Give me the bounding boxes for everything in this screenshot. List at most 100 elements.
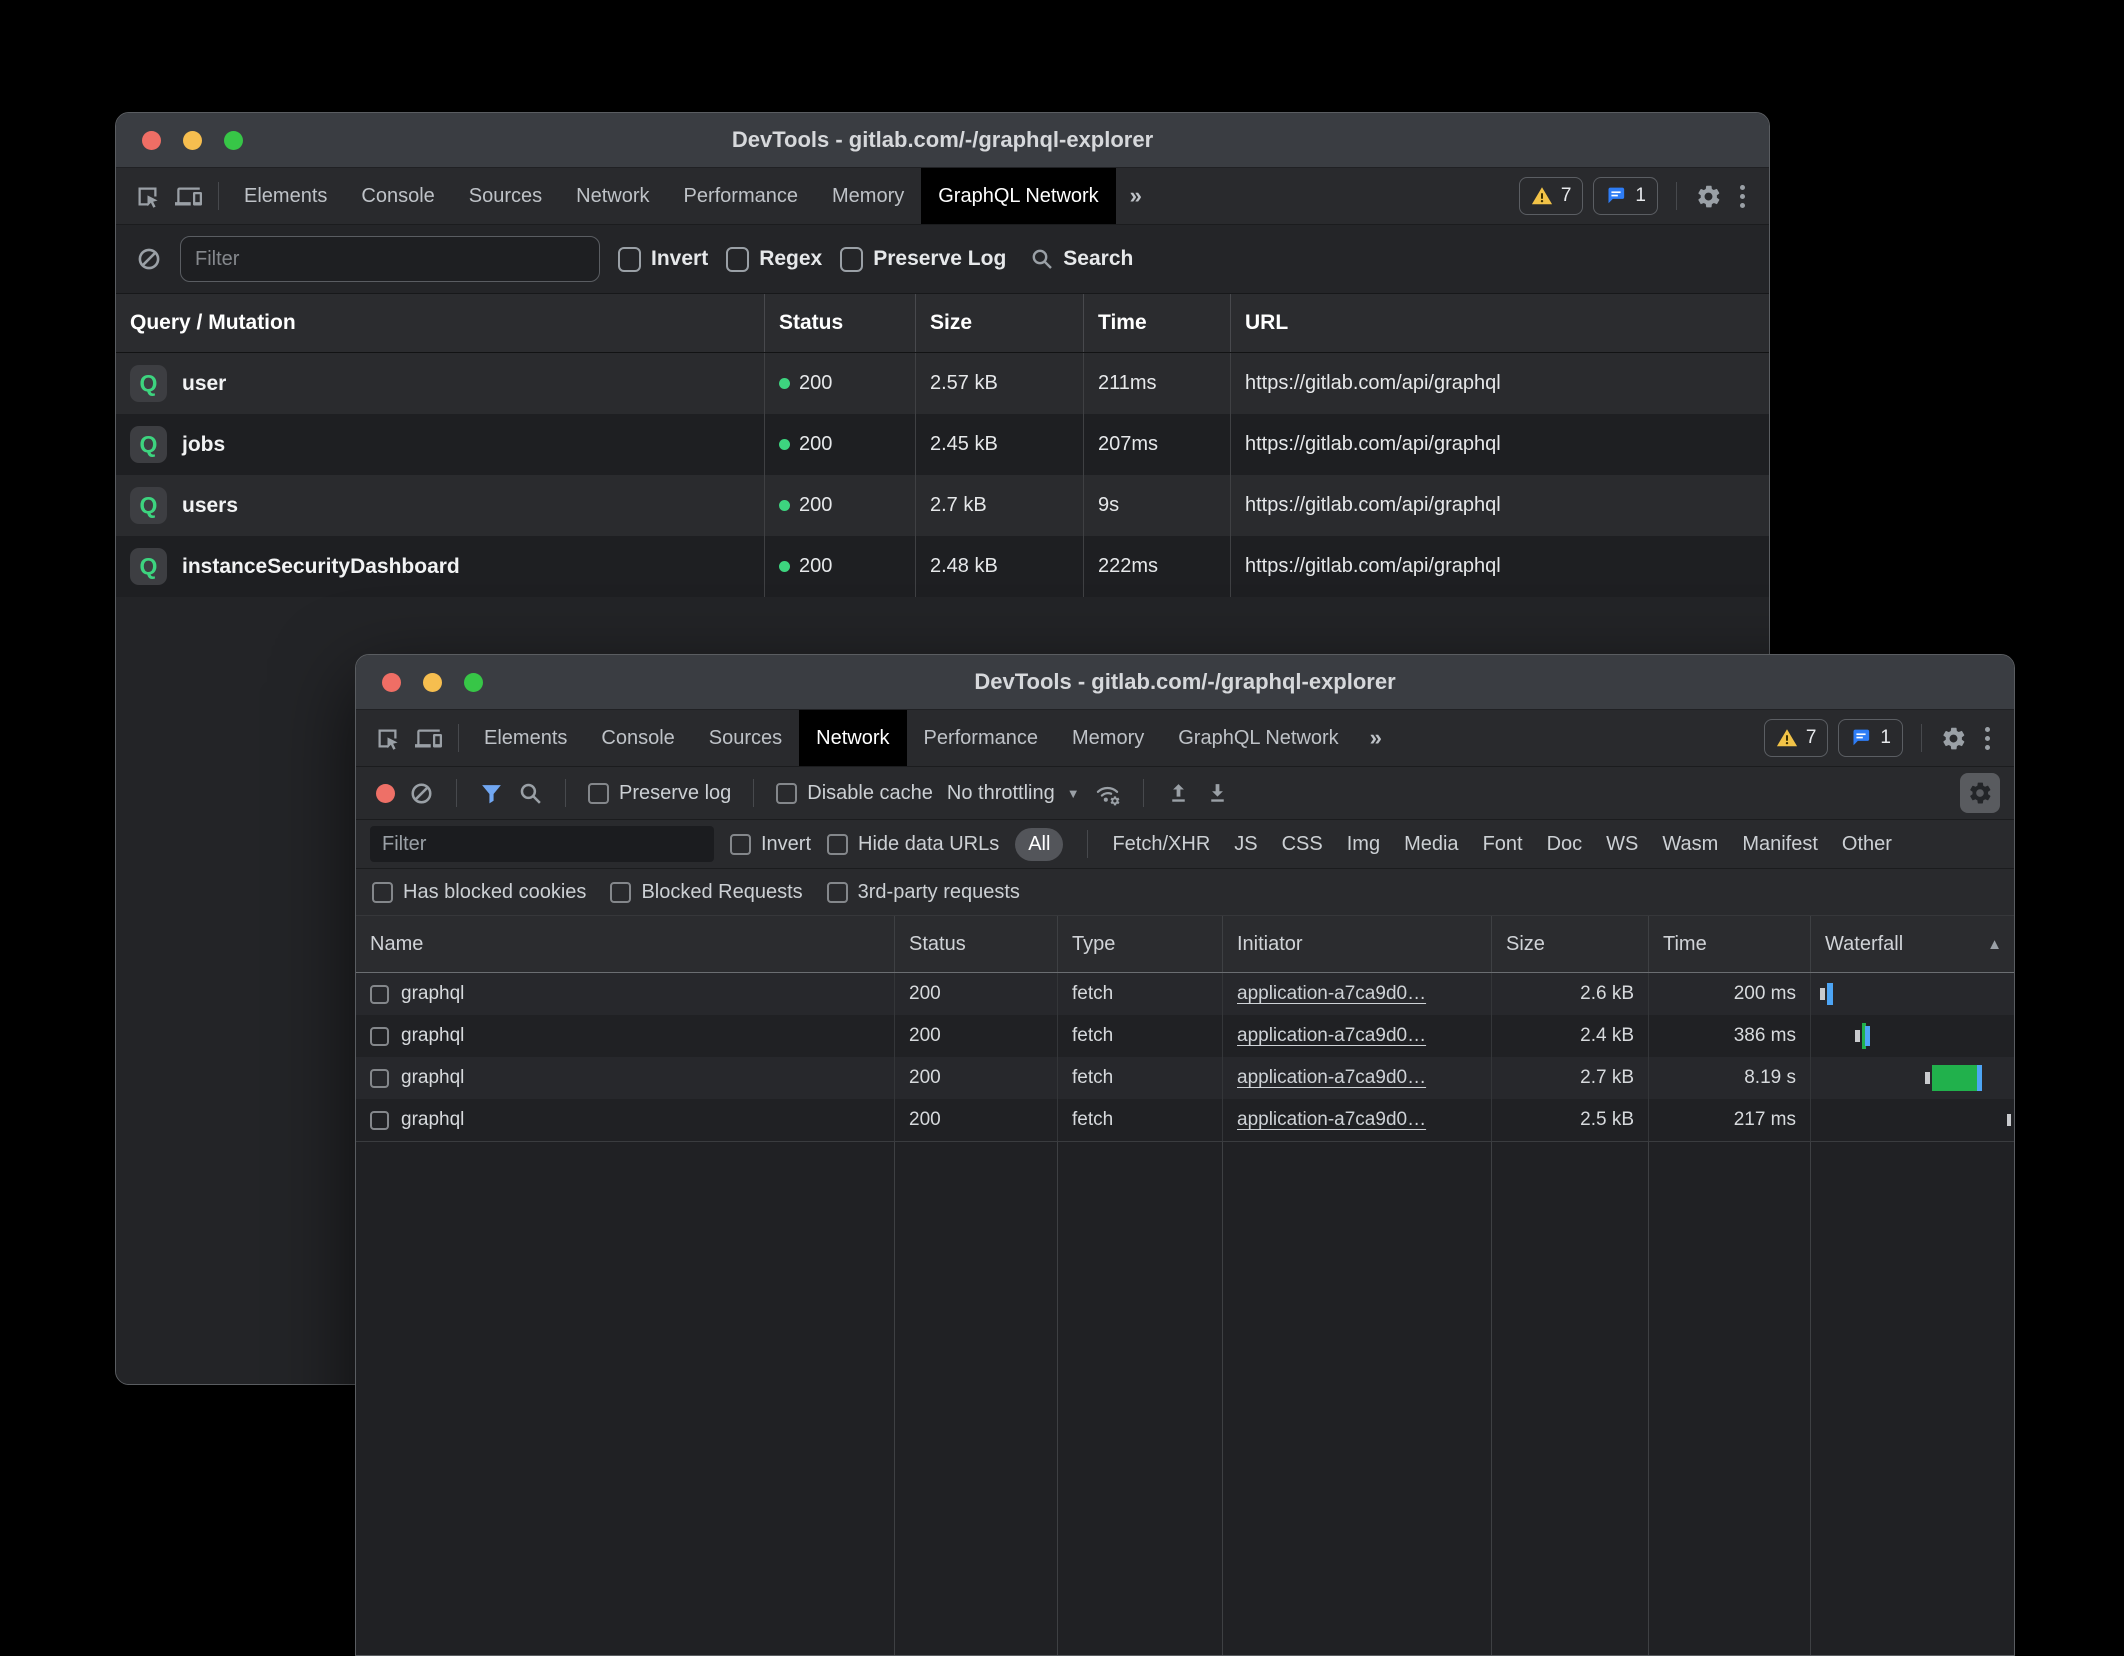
column-header-waterfall[interactable]: Waterfall ▲ (1810, 916, 2014, 972)
tab-performance[interactable]: Performance (667, 168, 816, 224)
warnings-badge[interactable]: 7 (1764, 719, 1829, 757)
column-header-query-mutation[interactable]: Query / Mutation (116, 294, 764, 352)
row-checkbox[interactable] (370, 1111, 389, 1130)
checkbox[interactable] (618, 247, 641, 272)
checkbox[interactable] (610, 882, 631, 903)
network-request-row[interactable]: graphql 200 fetch application-a7ca9d0… 2… (356, 1015, 2014, 1057)
regex-checkbox[interactable]: Regex (726, 247, 822, 272)
disable-cache-checkbox[interactable]: Disable cache (776, 782, 933, 805)
record-network-log-button[interactable] (376, 784, 395, 803)
network-request-row[interactable]: graphql 200 fetch application-a7ca9d0… 2… (356, 1057, 2014, 1099)
checkbox[interactable] (372, 882, 393, 903)
row-checkbox[interactable] (370, 985, 389, 1004)
column-header-type[interactable]: Type (1057, 916, 1222, 972)
type-filter-ws[interactable]: WS (1606, 833, 1638, 856)
blocked-requests-checkbox[interactable]: Blocked Requests (610, 881, 802, 904)
settings-gear-icon[interactable] (1695, 183, 1722, 210)
checkbox[interactable] (776, 783, 797, 804)
network-request-row[interactable]: graphql 200 fetch application-a7ca9d0… 2… (356, 973, 2014, 1015)
initiator-link[interactable]: application-a7ca9d0… (1237, 1067, 1426, 1089)
network-settings-button[interactable] (1960, 773, 2000, 813)
tab-sources[interactable]: Sources (692, 710, 799, 766)
type-filter-wasm[interactable]: Wasm (1662, 833, 1718, 856)
minimize-window-button[interactable] (183, 131, 202, 150)
row-checkbox[interactable] (370, 1069, 389, 1088)
tab-memory[interactable]: Memory (1055, 710, 1161, 766)
tab-memory[interactable]: Memory (815, 168, 921, 224)
device-toolbar-icon[interactable] (175, 183, 202, 210)
tab-graphql-network[interactable]: GraphQL Network (1161, 710, 1355, 766)
clear-network-log-icon[interactable] (409, 781, 434, 806)
tab-elements[interactable]: Elements (227, 168, 344, 224)
column-header-url[interactable]: URL (1230, 294, 1769, 352)
device-toolbar-icon[interactable] (415, 725, 442, 752)
graphql-request-row[interactable]: Q jobs 200 2.45 kB 207ms https://gitlab.… (116, 414, 1769, 475)
type-filter-css[interactable]: CSS (1282, 833, 1323, 856)
tab-performance[interactable]: Performance (907, 710, 1056, 766)
column-header-status[interactable]: Status (764, 294, 915, 352)
tab-network[interactable]: Network (559, 168, 666, 224)
more-tabs-button[interactable]: » (1356, 710, 1396, 766)
graphql-request-row[interactable]: Q users 200 2.7 kB 9s https://gitlab.com… (116, 475, 1769, 536)
issues-badge[interactable]: 1 (1838, 719, 1903, 757)
column-header-time[interactable]: Time (1648, 916, 1810, 972)
close-window-button[interactable] (142, 131, 161, 150)
zoom-window-button[interactable] (464, 673, 483, 692)
type-filter-js[interactable]: JS (1234, 833, 1257, 856)
inspect-element-icon[interactable] (374, 725, 401, 752)
export-har-icon[interactable] (1205, 781, 1230, 806)
more-options-icon[interactable] (1732, 185, 1753, 208)
tab-sources[interactable]: Sources (452, 168, 559, 224)
row-checkbox[interactable] (370, 1027, 389, 1046)
checkbox[interactable] (730, 834, 751, 855)
zoom-window-button[interactable] (224, 131, 243, 150)
filter-input[interactable] (180, 236, 600, 282)
graphql-request-row[interactable]: Q user 200 2.57 kB 211ms https://gitlab.… (116, 353, 1769, 414)
checkbox[interactable] (726, 247, 749, 272)
graphql-request-row[interactable]: Q instanceSecurityDashboard 200 2.48 kB … (116, 536, 1769, 597)
import-har-icon[interactable] (1166, 781, 1191, 806)
issues-badge[interactable]: 1 (1593, 177, 1658, 215)
more-options-icon[interactable] (1977, 727, 1998, 750)
type-filter-doc[interactable]: Doc (1547, 833, 1583, 856)
has-blocked-cookies-checkbox[interactable]: Has blocked cookies (372, 881, 586, 904)
preserve-log-checkbox[interactable]: Preserve Log (840, 247, 1006, 272)
invert-checkbox[interactable]: Invert (730, 833, 811, 856)
type-filter-font[interactable]: Font (1483, 833, 1523, 856)
column-header-name[interactable]: Name (356, 916, 894, 972)
search-button[interactable]: Search (1030, 247, 1133, 271)
throttling-dropdown[interactable]: No throttling ▼ (947, 782, 1080, 805)
hide-data-urls-checkbox[interactable]: Hide data URLs (827, 833, 999, 856)
tab-console[interactable]: Console (584, 710, 691, 766)
checkbox[interactable] (827, 834, 848, 855)
settings-gear-icon[interactable] (1940, 725, 1967, 752)
more-tabs-button[interactable]: » (1116, 168, 1156, 224)
tab-network[interactable]: Network (799, 710, 906, 766)
3rd-party-requests-checkbox[interactable]: 3rd-party requests (827, 881, 1020, 904)
column-header-status[interactable]: Status (894, 916, 1057, 972)
checkbox[interactable] (840, 247, 863, 272)
type-filter-manifest[interactable]: Manifest (1742, 833, 1818, 856)
column-header-initiator[interactable]: Initiator (1222, 916, 1491, 972)
checkbox[interactable] (588, 783, 609, 804)
initiator-link[interactable]: application-a7ca9d0… (1237, 983, 1426, 1005)
column-header-size[interactable]: Size (915, 294, 1083, 352)
tab-console[interactable]: Console (344, 168, 451, 224)
title-bar[interactable]: DevTools - gitlab.com/-/graphql-explorer (356, 655, 2014, 710)
clear-icon[interactable] (136, 246, 162, 272)
type-filter-img[interactable]: Img (1347, 833, 1380, 856)
inspect-element-icon[interactable] (134, 183, 161, 210)
warnings-badge[interactable]: 7 (1519, 177, 1584, 215)
checkbox[interactable] (827, 882, 848, 903)
preserve-log-checkbox[interactable]: Preserve log (588, 782, 731, 805)
title-bar[interactable]: DevTools - gitlab.com/-/graphql-explorer (116, 113, 1769, 168)
tab-graphql-network[interactable]: GraphQL Network (921, 168, 1115, 224)
minimize-window-button[interactable] (423, 673, 442, 692)
initiator-link[interactable]: application-a7ca9d0… (1237, 1025, 1426, 1047)
type-filter-fetch-xhr[interactable]: Fetch/XHR (1112, 833, 1210, 856)
invert-checkbox[interactable]: Invert (618, 247, 708, 272)
filter-input[interactable] (370, 826, 714, 862)
network-request-row[interactable]: graphql 200 fetch application-a7ca9d0… 2… (356, 1099, 2014, 1141)
search-icon[interactable] (518, 781, 543, 806)
initiator-link[interactable]: application-a7ca9d0… (1237, 1109, 1426, 1131)
